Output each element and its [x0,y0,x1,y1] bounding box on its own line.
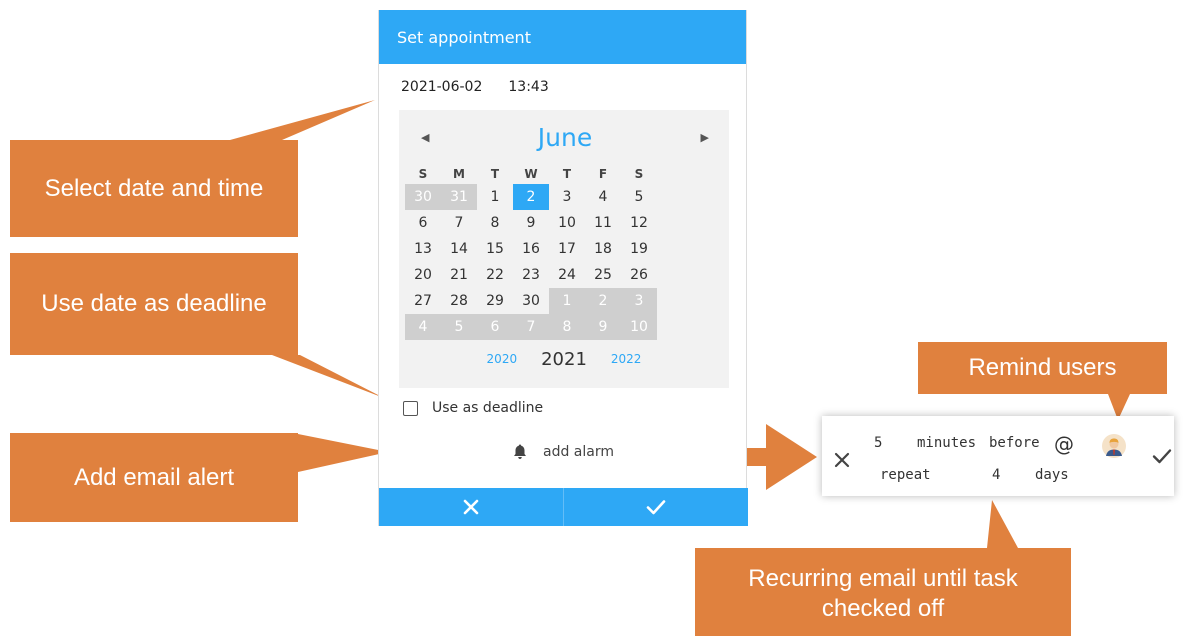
next-year-link[interactable]: 2022 [611,352,642,366]
close-icon [463,499,479,515]
calendar-day[interactable]: 5 [621,184,657,210]
deadline-label: Use as deadline [432,400,544,416]
year-selector: 2020 2021 2022 [399,342,729,376]
calendar-day[interactable]: 12 [621,210,657,236]
calendar-day[interactable]: 6 [477,314,513,340]
calendar-day[interactable]: 20 [405,262,441,288]
callout-recurring: Recurring email until task checked off [748,565,1018,622]
current-year: 2021 [541,348,587,370]
cancel-button[interactable] [379,488,563,526]
calendar-day[interactable]: 29 [477,288,513,314]
calendar-day[interactable]: 14 [441,236,477,262]
calendar-day[interactable]: 1 [477,184,513,210]
days-label: days [1035,467,1069,483]
calendar-grid: S M T W T F S 30 31 1 2 3 4 5 6 7 8 9 10 11 12 13 14 15 16 17 18 19… [405,164,729,340]
alarm-cancel-button[interactable] [834,452,850,472]
calendar-day-selected[interactable]: 2 [513,184,549,210]
calendar-day[interactable]: 17 [549,236,585,262]
chevron-left-icon[interactable]: ◀ [421,131,429,144]
chevron-right-icon[interactable]: ▶ [701,131,709,144]
deadline-checkbox[interactable] [403,400,418,416]
calendar-day[interactable]: 24 [549,262,585,288]
calendar-day[interactable]: 30 [405,184,441,210]
calendar-day[interactable]: 28 [441,288,477,314]
time-field[interactable]: 13:43 [508,79,548,95]
confirm-button[interactable] [563,488,748,526]
calendar-day[interactable]: 9 [585,314,621,340]
calendar-day[interactable]: 30 [513,288,549,314]
calendar-day[interactable]: 13 [405,236,441,262]
calendar-day[interactable]: 10 [549,210,585,236]
calendar-header: ◀ June ▶ [399,110,729,164]
calendar-day[interactable]: 10 [621,314,657,340]
date-field[interactable]: 2021-06-02 [401,79,482,95]
minutes-value[interactable]: 5 [874,435,882,451]
calendar-day[interactable]: 4 [585,184,621,210]
add-alarm-button[interactable]: add alarm [379,444,748,460]
check-icon [646,500,666,515]
calendar-day[interactable]: 5 [441,314,477,340]
callout-email-alert: Add email alert [73,463,235,491]
close-icon [834,452,850,468]
calendar-day[interactable]: 11 [585,210,621,236]
calendar-day[interactable]: 16 [513,236,549,262]
set-appointment-dialog: Set appointment 2021-06-02 13:43 ◀ June … [378,10,748,526]
calendar-day[interactable]: 7 [441,210,477,236]
prev-year-link[interactable]: 2020 [487,352,518,366]
calendar-day[interactable]: 7 [513,314,549,340]
calendar-day[interactable]: 25 [585,262,621,288]
check-icon [1152,449,1172,464]
calendar-day[interactable]: 18 [585,236,621,262]
calendar-month: June [537,122,593,152]
deadline-row: Use as deadline [403,400,543,416]
calendar-day[interactable]: 4 [405,314,441,340]
datetime-row: 2021-06-02 13:43 [379,64,746,110]
calendar-day[interactable]: 31 [441,184,477,210]
weekday-header: S [418,167,428,181]
mention-users-button[interactable]: @ [1054,432,1074,456]
calendar-day[interactable]: 19 [621,236,657,262]
dialog-footer [379,488,748,526]
callout-remind-users: Remind users [968,354,1117,381]
weekday-header: M [453,167,465,181]
weekday-header: T [490,167,500,181]
add-alarm-label: add alarm [543,444,614,460]
calendar: ◀ June ▶ S M T W T F S 30 31 1 2 3 4 5 6 7 8 9 10 11 12 13 14 1… [399,110,729,388]
calendar-day[interactable]: 2 [585,288,621,314]
callout-select-date: Select date and time [44,174,264,202]
before-label: before [989,435,1040,451]
alarm-confirm-button[interactable] [1152,448,1172,468]
minutes-label: minutes [917,435,977,451]
weekday-header: S [634,167,644,181]
repeat-label: repeat [880,467,931,483]
user-avatar-icon[interactable] [1102,434,1126,458]
calendar-day[interactable]: 26 [621,262,657,288]
calendar-day[interactable]: 8 [477,210,513,236]
calendar-day[interactable]: 6 [405,210,441,236]
calendar-day[interactable]: 3 [621,288,657,314]
bell-icon [513,444,527,460]
calendar-day[interactable]: 23 [513,262,549,288]
repeat-value[interactable]: 4 [992,467,1000,483]
calendar-day[interactable]: 3 [549,184,585,210]
alarm-panel: 5 minutes before @ repeat 4 days [822,416,1174,496]
dialog-title: Set appointment [379,10,746,64]
calendar-day[interactable]: 22 [477,262,513,288]
calendar-day[interactable]: 1 [549,288,585,314]
callout-use-deadline: Use date as deadline [41,290,267,317]
weekday-header: F [598,167,608,181]
calendar-day[interactable]: 9 [513,210,549,236]
calendar-day[interactable]: 8 [549,314,585,340]
weekday-header: W [524,167,538,181]
calendar-day[interactable]: 21 [441,262,477,288]
calendar-day[interactable]: 15 [477,236,513,262]
weekday-header: T [562,167,572,181]
calendar-day[interactable]: 27 [405,288,441,314]
